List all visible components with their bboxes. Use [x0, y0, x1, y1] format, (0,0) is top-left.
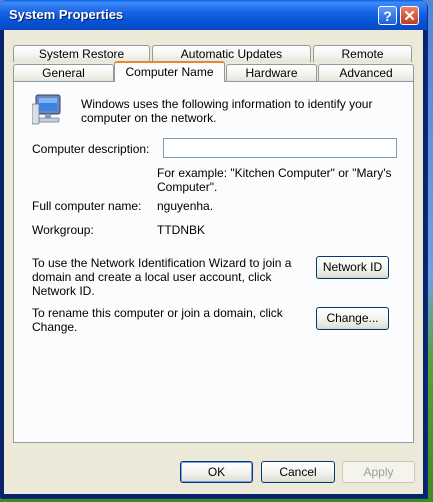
window-title: System Properties [9, 7, 124, 22]
ok-button[interactable]: OK [180, 461, 253, 483]
tab-computer-name[interactable]: Computer Name [114, 61, 225, 82]
cancel-button[interactable]: Cancel [261, 461, 335, 483]
workgroup-value: TTDNBK [157, 223, 205, 237]
full-computer-name-value: nguyenha. [157, 199, 214, 213]
tab-automatic-updates[interactable]: Automatic Updates [152, 45, 311, 62]
example-text: For example: "Kitchen Computer" or "Mary… [157, 166, 392, 194]
tab-advanced[interactable]: Advanced [318, 64, 414, 81]
tab-system-restore[interactable]: System Restore [13, 45, 150, 62]
title-bar[interactable]: System Properties ? ✕ [0, 0, 427, 30]
dialog-client-area: System Restore Automatic Updates Remote … [4, 30, 423, 494]
tab-remote[interactable]: Remote [313, 45, 412, 62]
full-computer-name-label: Full computer name: [32, 199, 142, 213]
intro-text: Windows uses the following information t… [81, 97, 373, 125]
tab-general[interactable]: General [13, 64, 114, 81]
computer-name-panel: Windows uses the following information t… [13, 81, 414, 443]
close-button[interactable]: ✕ [400, 6, 419, 25]
network-id-button[interactable]: Network ID [316, 256, 389, 279]
help-button[interactable]: ? [378, 6, 397, 25]
computer-description-label: Computer description: [32, 142, 150, 156]
tab-hardware[interactable]: Hardware [226, 64, 317, 81]
system-properties-window: System Properties ? ✕ System Restore Aut… [0, 0, 427, 498]
computer-description-input[interactable] [163, 138, 397, 158]
rename-description: To rename this computer or join a domain… [32, 306, 283, 334]
network-id-description: To use the Network Identification Wizard… [32, 256, 292, 298]
apply-button[interactable]: Apply [342, 461, 415, 483]
change-button[interactable]: Change... [316, 307, 389, 330]
computer-icon [32, 94, 61, 125]
workgroup-label: Workgroup: [32, 223, 94, 237]
